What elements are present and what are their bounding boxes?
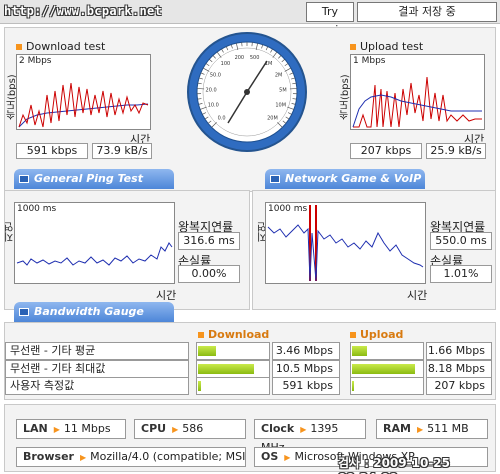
game-scale: 1000 ms <box>268 204 308 214</box>
ping-rtt-value: 316.6 ms <box>178 232 240 250</box>
download-bar <box>196 360 270 378</box>
arrow-icon: ▶ <box>416 425 424 434</box>
ping-graph <box>16 242 173 266</box>
download-graph <box>18 82 149 128</box>
download-bar-fill <box>198 381 201 391</box>
gauge-row-label: 무선랜 - 기타 평균 <box>5 342 189 360</box>
download-bar-fill <box>198 346 216 356</box>
bandwidth-download-head: Download <box>198 328 269 341</box>
ping-scale: 1000 ms <box>17 204 57 214</box>
game-loss-value: 1.01% <box>430 265 492 283</box>
ping-loss-value: 0.00% <box>178 265 240 283</box>
browser-info: Browser▶Mozilla/4.0 (compatible; MSIE 6.… <box>16 447 246 467</box>
gauge-tick-label: 100 <box>221 61 231 67</box>
game-rtt-value: 550.0 ms <box>430 232 492 250</box>
gauge-tick-label: 0.0 <box>218 115 226 121</box>
game-time-label: 시간 <box>407 289 428 302</box>
game-graph <box>267 205 424 282</box>
upload-scale: 1 Mbps <box>353 56 386 66</box>
gauge-tick-label: 10M <box>275 103 286 109</box>
gauge-tick-label: 500 <box>250 55 260 61</box>
upload-kbps: 207 kbps <box>350 143 422 159</box>
tab-network-game[interactable]: Network Game & VoIP Test <box>265 169 425 205</box>
bullet-icon <box>350 43 356 50</box>
gauge-tick-label: 20.0 <box>206 87 217 93</box>
gauge-row-label: 사용자 측정값 <box>5 377 189 395</box>
upload-graph <box>352 76 482 128</box>
download-scale: 2 Mbps <box>19 56 52 66</box>
tab-icon <box>270 175 280 183</box>
upload-chart: 1 Mbps <box>350 54 485 130</box>
ram-info: RAM ▶ 511 MB <box>376 419 488 439</box>
download-kbps: 591 kbps <box>16 143 88 159</box>
upload-value: 207 kbps <box>426 377 492 395</box>
gauge-tick-label: 5M <box>279 87 287 93</box>
test-timestamp: 검사 : 2009-10-25 09:24:09 <box>338 456 450 474</box>
tab-icon <box>19 308 29 316</box>
upload-kBs: 25.9 kB/s <box>426 143 486 159</box>
upload-bar-fill <box>352 364 415 374</box>
bandwidth-upload-head: Upload <box>350 328 403 341</box>
upload-value: 8.18 Mbps <box>426 360 492 378</box>
bullet-icon <box>16 43 22 50</box>
download-value: 3.46 Mbps <box>272 342 340 360</box>
upload-bar <box>350 342 424 360</box>
upload-bar <box>350 360 424 378</box>
arrow-icon: ▶ <box>300 425 307 434</box>
clock-info: Clock▶1395 MHz <box>254 419 366 454</box>
gauge-tick-label: 10.0 <box>208 103 219 109</box>
site-url: http://www.bcpark.net <box>4 4 163 18</box>
download-bar-fill <box>198 364 254 374</box>
download-title: Download test <box>16 40 105 53</box>
arrow-icon: ▶ <box>79 453 87 462</box>
ping-time-label: 시간 <box>156 289 177 302</box>
gauge-tick-label: 50.0 <box>210 73 221 79</box>
gauge-row-label: 무선랜 - 기타 최대값 <box>5 360 189 378</box>
download-bar <box>196 342 270 360</box>
gauge-tick-label: 200 <box>235 55 245 61</box>
upload-title: Upload test <box>350 40 423 53</box>
arrow-icon: ▶ <box>172 425 179 434</box>
lan-info: LAN ▶ 11 Mbps <box>16 419 126 439</box>
upload-bar-fill <box>352 381 354 391</box>
upload-bar <box>350 377 424 395</box>
download-chart: 2 Mbps <box>16 54 151 130</box>
arrow-icon: ▶ <box>284 453 291 462</box>
upload-value: 1.66 Mbps <box>426 342 492 360</box>
ping-chart: 1000 ms <box>14 202 175 284</box>
save-result-button[interactable]: 결과 저장 중 <box>357 2 497 22</box>
download-kBs: 73.9 kB/s <box>92 143 152 159</box>
bullet-icon <box>198 331 204 338</box>
gauge-tick-label: 2M <box>275 73 283 79</box>
cpu-info: CPU ▶ 586 <box>134 419 246 439</box>
tab-icon <box>19 175 29 183</box>
upload-bar-fill <box>352 346 367 356</box>
download-value: 10.5 Mbps <box>272 360 340 378</box>
title-bar: http://www.bcpark.net Try again 결과 저장 중 <box>0 0 500 36</box>
tab-bandwidth-gauge[interactable]: Bandwidth Gauge <box>14 302 174 322</box>
download-value: 591 kbps <box>272 377 340 395</box>
try-again-button[interactable]: Try again <box>306 2 354 36</box>
game-chart: 1000 ms <box>265 202 426 284</box>
speed-gauge: 0.0 10.0 20.0 50.0 100 200 500 1M 2M 5M 10M 20M <box>186 31 308 153</box>
tab-general-ping[interactable]: General Ping Test <box>14 169 174 189</box>
arrow-icon: ▶ <box>53 425 60 434</box>
download-bar <box>196 377 270 395</box>
gauge-tick-label: 20M <box>267 115 278 121</box>
bullet-icon <box>350 331 356 338</box>
